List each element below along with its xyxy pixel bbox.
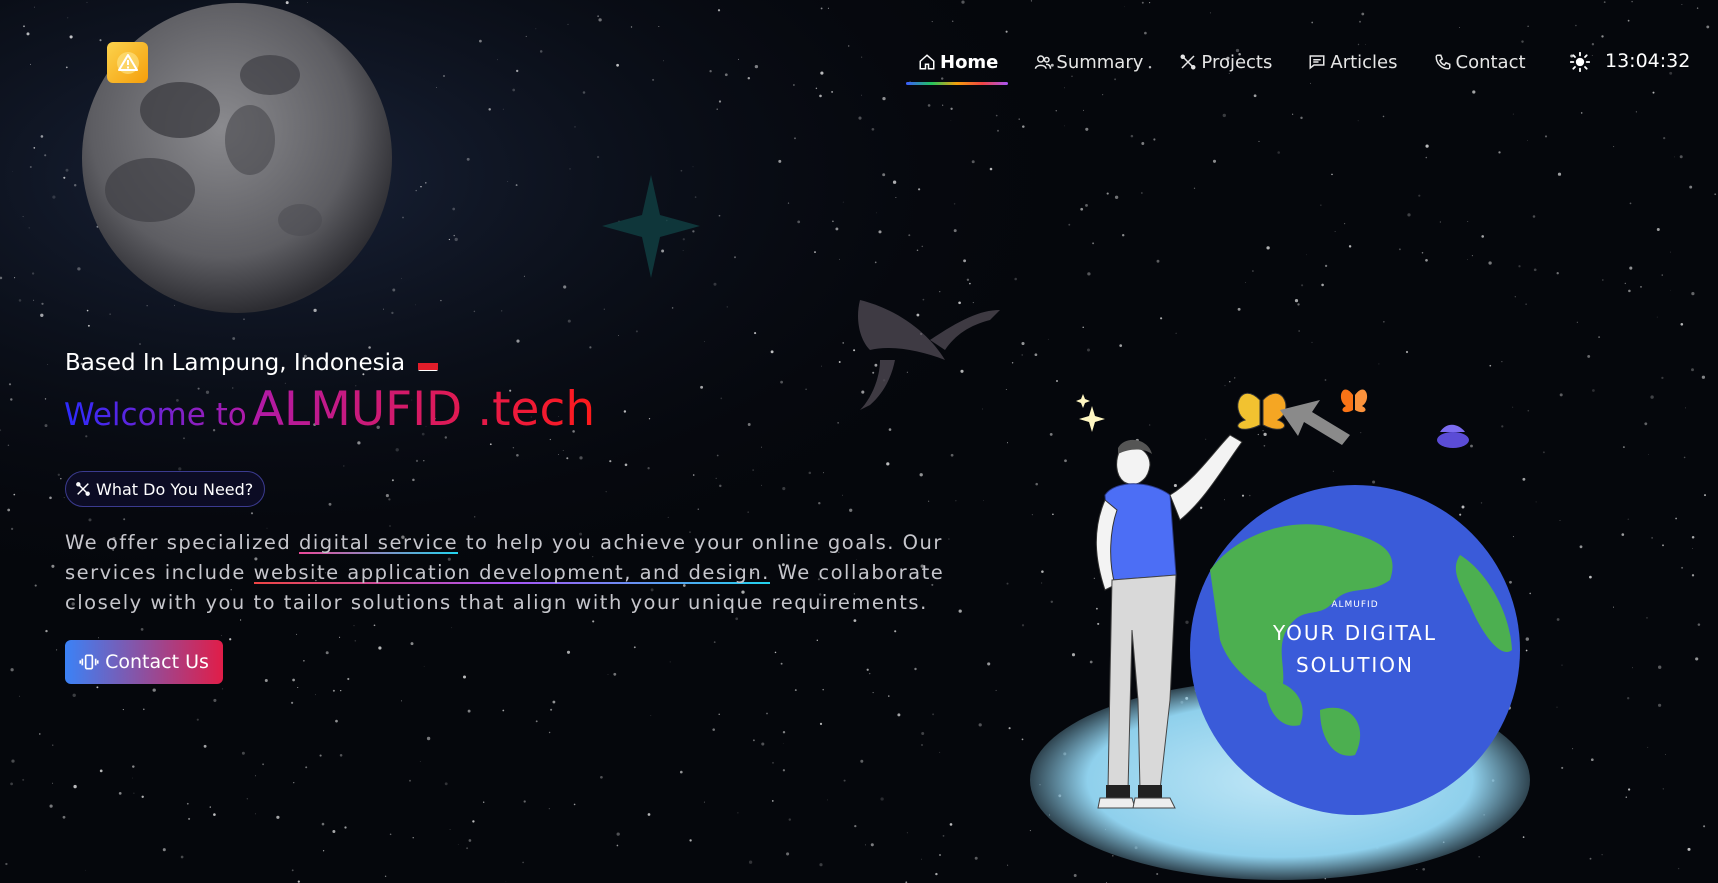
indonesia-flag-icon <box>418 357 439 371</box>
contact-us-button[interactable]: Contact Us <box>65 640 223 684</box>
butterfly-icon <box>1237 392 1287 430</box>
nav-articles-label: Articles <box>1330 51 1398 73</box>
users-icon <box>1035 55 1052 69</box>
contact-us-label: Contact Us <box>105 651 209 673</box>
nav-home-label: Home <box>940 51 999 73</box>
brand-name: ALMUFID .tech <box>251 382 596 437</box>
hero-illustration: ALMUFID YOUR DIGITAL SOLUTION <box>1030 389 1530 880</box>
globe-line-1: YOUR DIGITAL <box>1272 621 1437 645</box>
warning-triangle-icon <box>116 51 139 74</box>
what-do-you-need-button[interactable]: What Do You Need? <box>65 471 266 507</box>
web-dev-link[interactable]: website application development, and des… <box>253 561 770 584</box>
welcome-heading: Welcome to ALMUFID .tech <box>64 382 595 437</box>
digital-service-link[interactable]: digital service <box>298 531 459 554</box>
desc-part-1: We offer specialized <box>65 531 299 554</box>
nav-summary[interactable]: Summary <box>1034 52 1143 73</box>
globe-small-label: ALMUFID <box>1331 600 1378 610</box>
clock: 13:04:32 <box>1605 50 1691 72</box>
nav-summary-label: Summary <box>1056 51 1144 73</box>
service-description: We offer specialized digital service to … <box>65 528 945 618</box>
nav-articles[interactable]: Articles <box>1308 51 1398 73</box>
globe: ALMUFID YOUR DIGITAL SOLUTION <box>1190 485 1520 815</box>
welcome-prefix: Welcome to <box>64 397 247 433</box>
cursor-arrow-icon <box>1280 400 1350 445</box>
nav-projects[interactable]: Projects <box>1179 52 1272 73</box>
need-button-label: What Do You Need? <box>96 479 254 499</box>
globe-line-2: SOLUTION <box>1296 653 1414 677</box>
vibrating-phone-icon <box>79 654 99 670</box>
message-icon <box>1309 55 1325 70</box>
sparkle-icon <box>1076 394 1105 432</box>
bird-icon <box>1437 424 1469 448</box>
location-label: Based In Lampung, Indonesia <box>65 350 406 376</box>
sun-icon[interactable] <box>1570 52 1590 72</box>
nav-contact-label: Contact <box>1455 51 1526 73</box>
home-icon <box>919 54 935 70</box>
phone-icon <box>1434 54 1450 70</box>
location-text: Based In Lampung, Indonesia <box>65 350 439 376</box>
nav-contact[interactable]: Contact <box>1434 52 1526 73</box>
nav-home[interactable]: Home <box>905 51 1009 85</box>
tools-icon <box>1180 54 1196 70</box>
nav-projects-label: Projects <box>1201 51 1273 73</box>
site-logo[interactable] <box>107 42 148 83</box>
butterfly-small-icon <box>1340 389 1368 413</box>
tools-icon <box>76 482 90 496</box>
main-nav: Home Summary Projects Articles Contact <box>905 46 1562 85</box>
